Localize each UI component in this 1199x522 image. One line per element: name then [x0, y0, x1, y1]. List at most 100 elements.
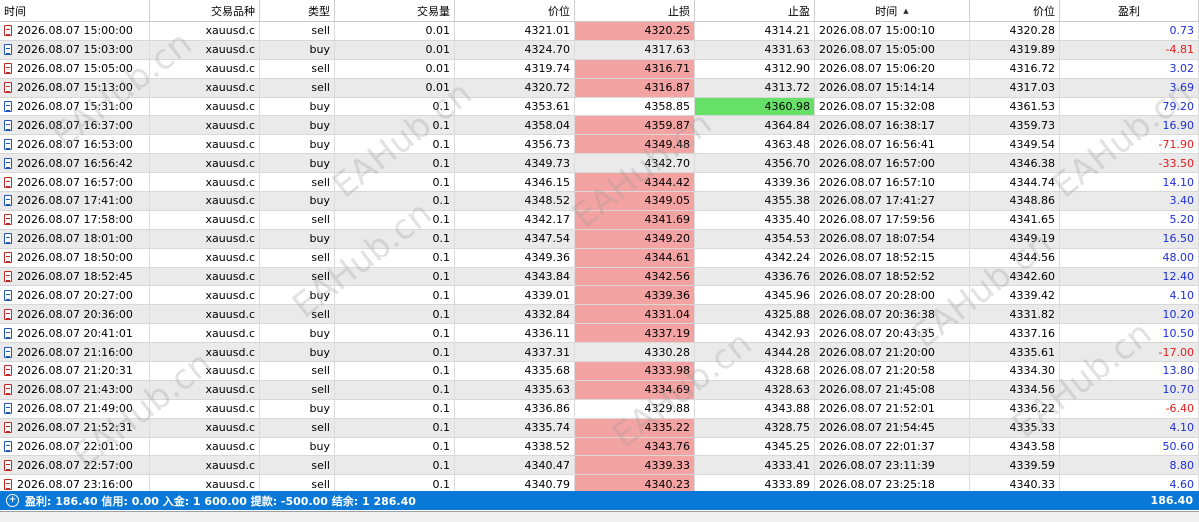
cell-value: sell: [311, 270, 330, 284]
cell-value: sell: [311, 251, 330, 265]
table-row[interactable]: 2026.08.07 22:57:00 xauusd.c sell 0.1 4340.4…: [0, 456, 1199, 476]
cell-volume: 0.1: [335, 135, 455, 154]
table-row[interactable]: 2026.08.07 18:50:00 xauusd.c sell 0.1 4349.3…: [0, 248, 1199, 268]
cell-type: sell: [260, 305, 335, 324]
summary-bar[interactable]: + 盈利: 186.40 信用: 0.00 入金: 1 600.00 提款: -…: [0, 491, 1199, 510]
header-col-volume[interactable]: 交易量: [335, 0, 455, 21]
header-col-take-profit[interactable]: 止盈: [695, 0, 815, 21]
cell-open-price: 4335.74: [455, 418, 575, 437]
cell-value: 16.90: [1162, 118, 1195, 132]
sell-deal-icon: [4, 176, 12, 188]
cell-type: buy: [260, 40, 335, 59]
table-row[interactable]: 2026.08.07 16:37:00 xauusd.c buy 0.1 4358.04…: [0, 116, 1199, 136]
expand-plus-icon[interactable]: +: [6, 494, 19, 507]
cell-open-time: 2026.08.07 21:20:31: [0, 362, 150, 380]
cell-value: 0.1: [432, 364, 451, 378]
cell-profit: -33.50: [1060, 154, 1199, 173]
header-col-profit[interactable]: 盈利: [1060, 0, 1199, 21]
cell-value: 4342.70: [644, 156, 691, 170]
table-row[interactable]: 2026.08.07 21:49:00 xauusd.c buy 0.1 4336.86…: [0, 399, 1199, 419]
cell-value: sell: [311, 421, 330, 435]
table-row[interactable]: 2026.08.07 17:58:00 xauusd.c sell 0.1 4342.1…: [0, 210, 1199, 230]
cell-value: xauusd.c: [205, 100, 255, 113]
cell-open-time: 2026.08.07 20:27:00: [0, 286, 150, 305]
cell-value: 4314.21: [764, 24, 811, 38]
cell-stop-loss: 4317.63: [575, 40, 695, 59]
table-row[interactable]: 2026.08.07 15:13:00 xauusd.c sell 0.01 4320.…: [0, 78, 1199, 98]
cell-volume: 0.1: [335, 324, 455, 343]
cell-value: 0.01: [425, 62, 451, 76]
table-row[interactable]: 2026.08.07 20:27:00 xauusd.c buy 0.1 4339.01…: [0, 286, 1199, 306]
table-row[interactable]: 2026.08.07 15:31:00 xauusd.c buy 0.1 4353.61…: [0, 97, 1199, 117]
table-row[interactable]: 2026.08.07 15:00:00 xauusd.c sell 0.01 4321.…: [0, 22, 1199, 41]
table-row[interactable]: 2026.08.07 21:52:31 xauusd.c sell 0.1 4335.7…: [0, 418, 1199, 438]
cell-close-price: 4335.33: [970, 418, 1060, 437]
cell-value: 4328.63: [764, 383, 811, 397]
cell-value: 4331.63: [764, 43, 811, 57]
cell-value: 4319.89: [1009, 43, 1056, 57]
cell-value: sell: [311, 307, 330, 321]
cell-value: 4342.24: [764, 251, 811, 265]
cell-value: xauusd.c: [205, 307, 255, 321]
header-col-close-time[interactable]: 时间 ▲: [815, 0, 970, 21]
cell-volume: 0.1: [335, 116, 455, 135]
cell-profit: -71.90: [1060, 135, 1199, 154]
table-row[interactable]: 2026.08.07 22:01:00 xauusd.c buy 0.1 4338.52…: [0, 437, 1199, 457]
table-row[interactable]: 2026.08.07 16:56:42 xauusd.c buy 0.1 4349.73…: [0, 154, 1199, 174]
header-col-close-price[interactable]: 价位: [970, 0, 1060, 21]
cell-open-price: 4353.61: [455, 97, 575, 116]
cell-take-profit: 4345.96: [695, 286, 815, 305]
cell-value: 4358.85: [644, 100, 691, 113]
cell-open-price: 4332.84: [455, 305, 575, 324]
table-row[interactable]: 2026.08.07 21:16:00 xauusd.c buy 0.1 4337.31…: [0, 343, 1199, 363]
cell-type: buy: [260, 399, 335, 418]
header-col-open-time[interactable]: 时间: [0, 0, 150, 21]
cell-value: sell: [311, 458, 330, 472]
cell-value: 4.10: [1169, 288, 1195, 302]
cell-value: 4349.19: [1009, 232, 1056, 246]
cell-close-price: 4336.22: [970, 399, 1060, 418]
header-col-symbol[interactable]: 交易品种: [150, 0, 260, 21]
cell-symbol: xauusd.c: [150, 248, 260, 267]
table-row[interactable]: 2026.08.07 20:41:01 xauusd.c buy 0.1 4336.11…: [0, 324, 1199, 344]
buy-deal-icon: [4, 195, 12, 207]
cell-value: 50.60: [1162, 440, 1195, 454]
header-col-stop-loss[interactable]: 止损: [575, 0, 695, 21]
cell-close-price: 4348.86: [970, 192, 1060, 210]
cell-value: 4341.69: [644, 213, 691, 227]
cell-value: 0.1: [432, 194, 451, 208]
sort-ascending-icon[interactable]: ▲: [903, 7, 908, 15]
cell-open-time: 2026.08.07 22:57:00: [0, 456, 150, 475]
cell-value: 4340.23: [644, 477, 691, 491]
cell-value: 0.1: [432, 118, 451, 132]
cell-profit: 3.40: [1060, 192, 1199, 210]
cell-value: 2026.08.07 15:00:10: [819, 24, 935, 38]
header-label: 价位: [548, 4, 570, 18]
table-row[interactable]: 2026.08.07 18:01:00 xauusd.c buy 0.1 4347.54…: [0, 229, 1199, 249]
table-row[interactable]: 2026.08.07 21:20:31 xauusd.c sell 0.1 4335.6…: [0, 362, 1199, 381]
table-row[interactable]: 2026.08.07 16:57:00 xauusd.c sell 0.1 4346.1…: [0, 173, 1199, 193]
table-row[interactable]: 2026.08.07 18:52:45 xauusd.c sell 0.1 4343.8…: [0, 267, 1199, 287]
header-col-type[interactable]: 类型: [260, 0, 335, 21]
cell-value: 4333.89: [764, 477, 811, 491]
cell-value: sell: [311, 175, 330, 189]
buy-deal-icon: [4, 289, 12, 301]
cell-volume: 0.01: [335, 40, 455, 59]
table-row[interactable]: 2026.08.07 21:43:00 xauusd.c sell 0.1 4335.6…: [0, 380, 1199, 400]
cell-profit: -4.81: [1060, 40, 1199, 59]
cell-value: 2026.08.07 15:06:20: [819, 62, 935, 76]
cell-value: buy: [309, 326, 330, 340]
header-col-open-price[interactable]: 价位: [455, 0, 575, 21]
buy-deal-icon: [4, 346, 12, 358]
table-row[interactable]: 2026.08.07 17:41:00 xauusd.c buy 0.1 4348.52…: [0, 192, 1199, 211]
table-row[interactable]: 2026.08.07 16:53:00 xauusd.c buy 0.1 4356.73…: [0, 135, 1199, 155]
cell-value: xauusd.c: [205, 213, 255, 227]
table-row[interactable]: 2026.08.07 15:05:00 xauusd.c sell 0.01 4319.…: [0, 59, 1199, 79]
table-row[interactable]: 2026.08.07 20:36:00 xauusd.c sell 0.1 4332.8…: [0, 305, 1199, 325]
table-row[interactable]: 2026.08.07 15:03:00 xauusd.c buy 0.01 4324.7…: [0, 40, 1199, 60]
cell-stop-loss: 4333.98: [575, 362, 695, 380]
cell-value: xauusd.c: [205, 81, 255, 95]
cell-value: xauusd.c: [205, 43, 255, 57]
cell-value: 2026.08.07 23:16:00: [17, 477, 133, 491]
cell-value: 4340.47: [524, 458, 571, 472]
